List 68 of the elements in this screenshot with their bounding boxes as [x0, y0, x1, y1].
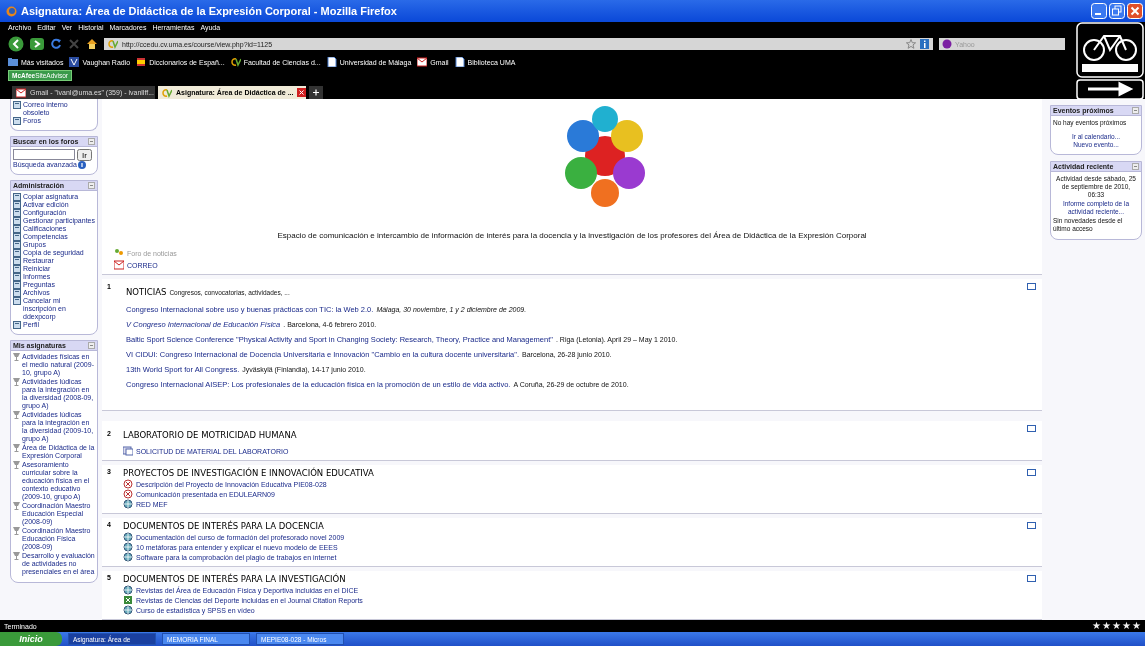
- form-icon[interactable]: [123, 446, 133, 456]
- star-icon[interactable]: [906, 39, 916, 49]
- star-icon: ★: [1092, 621, 1101, 631]
- cup-icon: [13, 527, 20, 535]
- star-icon: ★: [1122, 621, 1131, 631]
- forum-search-field[interactable]: [13, 149, 75, 160]
- section-title: NOTICIAS: [126, 288, 167, 297]
- cv-logo-icon: [162, 87, 172, 98]
- flag-icon: [136, 57, 147, 67]
- restore-button[interactable]: [1109, 3, 1125, 19]
- home-icon[interactable]: [86, 38, 98, 50]
- star-icon: ★: [1112, 621, 1121, 631]
- collapse-button[interactable]: [88, 138, 95, 145]
- course-description: Espacio de comunicación e intercambio de información de interés para la docencia y la investigación de los profesores del Área de Didáctica de la Expresión Corporal: [277, 231, 867, 240]
- globe-icon[interactable]: [123, 585, 133, 595]
- globe-icon[interactable]: [123, 499, 133, 509]
- globe-icon[interactable]: [123, 552, 133, 562]
- start-button[interactable]: Inicio: [0, 632, 62, 646]
- spreadsheet-icon[interactable]: [123, 595, 133, 605]
- info-icon[interactable]: [920, 39, 929, 49]
- folder-icon: [8, 57, 18, 67]
- show-section-button[interactable]: [1027, 425, 1036, 432]
- document-icon: [13, 117, 21, 125]
- collapse-button[interactable]: [1132, 107, 1139, 114]
- help-icon: [77, 161, 86, 169]
- cup-icon: [13, 353, 20, 361]
- go-button[interactable]: Ir: [77, 149, 92, 161]
- collapse-button[interactable]: [1132, 163, 1139, 170]
- cv-logo-icon: [108, 39, 118, 49]
- cup-icon: [13, 552, 20, 560]
- section-title: DOCUMENTOS DE INTERÉS PARA LA DOCENCIA: [123, 521, 324, 531]
- window-title: Asignatura: Área de Didáctica de la Expresión Corporal - Mozilla Firefox: [21, 5, 398, 17]
- envelope-icon: [114, 260, 124, 270]
- yahoo-logo-icon: [942, 39, 952, 49]
- section-title: PROYECTOS DE INVESTIGACIÓN E INNOVACIÓN EDUCATIVA: [123, 468, 374, 478]
- cup-icon: [13, 444, 20, 452]
- reload-icon[interactable]: [50, 38, 62, 50]
- globe-icon[interactable]: [123, 605, 133, 615]
- star-icon: ★: [1102, 621, 1111, 631]
- show-section-button[interactable]: [1027, 522, 1036, 529]
- close-button[interactable]: [1127, 3, 1143, 19]
- show-section-button[interactable]: [1027, 469, 1036, 476]
- collapse-button[interactable]: [88, 342, 95, 349]
- show-section-button[interactable]: [1027, 283, 1036, 290]
- section-title: DOCUMENTOS DE INTERÉS PARA LA INVESTIGACIÓN: [123, 574, 346, 584]
- page-icon: [326, 57, 337, 67]
- forward-button[interactable]: [30, 38, 44, 50]
- minimize-button[interactable]: [1091, 3, 1107, 19]
- document-icon: [13, 321, 21, 329]
- cup-icon: [13, 411, 20, 419]
- page-icon: [454, 57, 465, 67]
- cup-icon: [13, 461, 20, 469]
- show-section-button[interactable]: [1027, 575, 1036, 582]
- new-tab-button[interactable]: [309, 86, 323, 99]
- globe-icon[interactable]: [123, 532, 133, 542]
- collapse-button[interactable]: [88, 182, 95, 189]
- rating-stars[interactable]: ★★★★★: [1092, 621, 1141, 631]
- globe-icon: [6, 5, 17, 17]
- cup-icon: [13, 502, 20, 510]
- cup-icon: [13, 378, 20, 386]
- globe-icon[interactable]: [123, 542, 133, 552]
- envelope-icon: [417, 57, 428, 67]
- letter-v-icon: [69, 57, 80, 67]
- close-tab-button[interactable]: [297, 88, 307, 97]
- document-icon: [13, 101, 21, 109]
- cv-logo-icon: [230, 57, 241, 67]
- section-title: LABORATORIO DE MOTRICIDAD HUMANA: [123, 430, 297, 440]
- star-icon: ★: [1132, 621, 1141, 631]
